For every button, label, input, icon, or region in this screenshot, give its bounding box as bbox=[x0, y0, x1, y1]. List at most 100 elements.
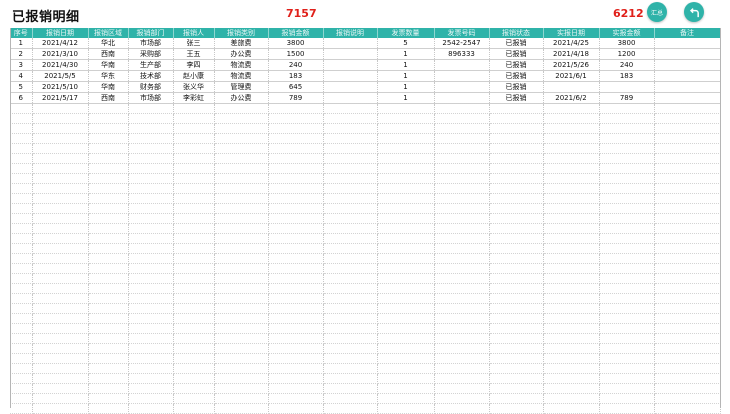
table-cell[interactable] bbox=[377, 293, 435, 304]
table-cell[interactable] bbox=[173, 123, 215, 134]
table-cell[interactable] bbox=[599, 313, 655, 324]
table-cell[interactable] bbox=[173, 143, 215, 154]
table-cell[interactable] bbox=[543, 243, 600, 254]
table-cell[interactable] bbox=[10, 143, 33, 154]
table-cell[interactable]: 已报销 bbox=[489, 59, 544, 71]
table-cell[interactable] bbox=[268, 283, 324, 294]
table-cell[interactable]: 2021/5/10 bbox=[32, 81, 89, 93]
table-cell[interactable] bbox=[88, 133, 129, 144]
column-header[interactable]: 实报金额 bbox=[599, 28, 655, 38]
table-cell[interactable] bbox=[10, 303, 33, 314]
table-cell[interactable] bbox=[489, 213, 544, 224]
table-cell[interactable] bbox=[543, 223, 600, 234]
table-cell[interactable] bbox=[32, 163, 89, 174]
table-cell[interactable] bbox=[10, 183, 33, 194]
table-cell[interactable] bbox=[654, 203, 721, 214]
table-cell[interactable] bbox=[128, 283, 174, 294]
table-cell[interactable]: 华北 bbox=[88, 38, 129, 49]
table-cell[interactable] bbox=[88, 293, 129, 304]
table-cell[interactable] bbox=[88, 373, 129, 384]
table-cell[interactable] bbox=[599, 81, 655, 93]
table-cell[interactable]: 2021/3/10 bbox=[32, 48, 89, 60]
table-cell[interactable] bbox=[323, 223, 378, 234]
table-cell[interactable] bbox=[32, 233, 89, 244]
table-cell[interactable] bbox=[214, 203, 269, 214]
table-cell[interactable] bbox=[599, 403, 655, 414]
table-cell[interactable] bbox=[654, 323, 721, 334]
table-cell[interactable] bbox=[434, 323, 490, 334]
table-cell[interactable]: 华南 bbox=[88, 81, 129, 93]
table-cell[interactable] bbox=[128, 153, 174, 164]
table-cell[interactable]: 240 bbox=[599, 59, 655, 71]
table-cell[interactable] bbox=[10, 103, 33, 114]
table-cell[interactable]: 已报销 bbox=[489, 38, 544, 49]
table-cell[interactable] bbox=[599, 343, 655, 354]
table-cell[interactable] bbox=[88, 213, 129, 224]
table-cell[interactable] bbox=[268, 403, 324, 414]
table-cell[interactable] bbox=[489, 233, 544, 244]
table-cell[interactable] bbox=[214, 323, 269, 334]
table-cell[interactable] bbox=[214, 143, 269, 154]
table-cell[interactable] bbox=[323, 153, 378, 164]
table-cell[interactable] bbox=[543, 113, 600, 124]
table-cell[interactable] bbox=[323, 183, 378, 194]
table-cell[interactable] bbox=[10, 273, 33, 284]
table-cell[interactable] bbox=[323, 383, 378, 394]
table-cell[interactable]: 已报销 bbox=[489, 81, 544, 93]
table-cell[interactable]: 2021/6/2 bbox=[543, 92, 600, 104]
table-cell[interactable] bbox=[10, 313, 33, 324]
table-cell[interactable] bbox=[543, 393, 600, 404]
table-cell[interactable]: 4 bbox=[10, 70, 33, 82]
table-cell[interactable] bbox=[599, 333, 655, 344]
table-cell[interactable] bbox=[323, 363, 378, 374]
table-cell[interactable] bbox=[489, 123, 544, 134]
table-cell[interactable] bbox=[10, 153, 33, 164]
table-cell[interactable] bbox=[377, 323, 435, 334]
table-cell[interactable] bbox=[434, 363, 490, 374]
table-cell[interactable] bbox=[268, 223, 324, 234]
table-cell[interactable] bbox=[489, 253, 544, 264]
table-cell[interactable] bbox=[599, 203, 655, 214]
table-cell[interactable] bbox=[10, 123, 33, 134]
table-cell[interactable] bbox=[173, 403, 215, 414]
table-cell[interactable] bbox=[377, 123, 435, 134]
table-cell[interactable] bbox=[268, 353, 324, 364]
table-cell[interactable] bbox=[32, 183, 89, 194]
table-cell[interactable] bbox=[10, 113, 33, 124]
table-cell[interactable] bbox=[10, 263, 33, 274]
table-cell[interactable] bbox=[88, 173, 129, 184]
table-cell[interactable] bbox=[489, 283, 544, 294]
table-cell[interactable] bbox=[377, 253, 435, 264]
table-cell[interactable]: 1 bbox=[377, 59, 435, 71]
table-cell[interactable] bbox=[434, 183, 490, 194]
table-cell[interactable] bbox=[654, 193, 721, 204]
table-cell[interactable] bbox=[377, 143, 435, 154]
table-cell[interactable] bbox=[323, 333, 378, 344]
table-cell[interactable] bbox=[377, 173, 435, 184]
table-cell[interactable] bbox=[268, 193, 324, 204]
table-cell[interactable] bbox=[10, 353, 33, 364]
table-cell[interactable] bbox=[599, 353, 655, 364]
table-cell[interactable] bbox=[654, 303, 721, 314]
table-cell[interactable]: 管理费 bbox=[214, 81, 269, 93]
table-cell[interactable] bbox=[88, 253, 129, 264]
table-cell[interactable] bbox=[128, 143, 174, 154]
summary-button[interactable]: 汇总 bbox=[647, 2, 667, 22]
table-cell[interactable] bbox=[214, 373, 269, 384]
table-cell[interactable] bbox=[434, 293, 490, 304]
table-cell[interactable] bbox=[377, 113, 435, 124]
table-cell[interactable] bbox=[654, 363, 721, 374]
table-cell[interactable] bbox=[543, 343, 600, 354]
table-cell[interactable] bbox=[434, 343, 490, 354]
column-header[interactable]: 报销金额 bbox=[268, 28, 324, 38]
table-cell[interactable] bbox=[88, 343, 129, 354]
table-cell[interactable] bbox=[268, 163, 324, 174]
table-cell[interactable] bbox=[323, 323, 378, 334]
table-cell[interactable] bbox=[32, 143, 89, 154]
table-cell[interactable] bbox=[543, 133, 600, 144]
table-cell[interactable] bbox=[268, 153, 324, 164]
table-cell[interactable] bbox=[323, 59, 378, 71]
table-cell[interactable] bbox=[599, 213, 655, 224]
table-cell[interactable] bbox=[323, 70, 378, 82]
table-cell[interactable] bbox=[489, 203, 544, 214]
